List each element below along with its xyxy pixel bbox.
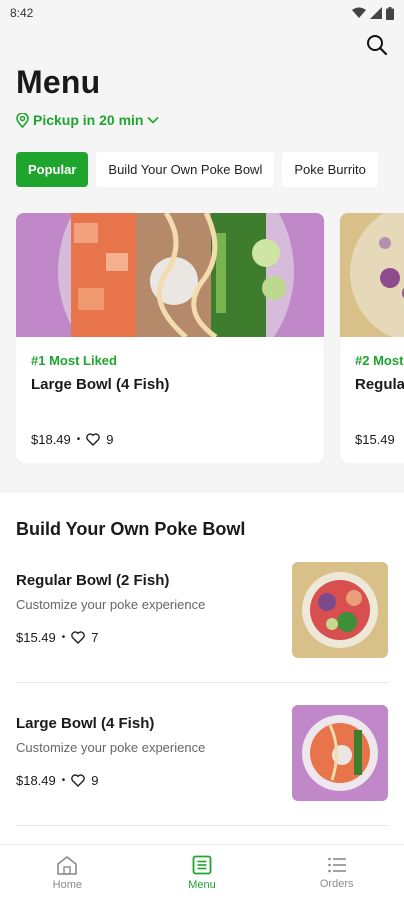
separator-dot: •	[76, 434, 81, 445]
tab-poke-burrito[interactable]: Poke Burrito	[282, 152, 378, 187]
page-title: Menu	[16, 64, 101, 100]
menu-icon	[192, 855, 212, 874]
bowl-image	[16, 213, 324, 337]
item-likes: 9	[91, 773, 99, 788]
status-icons	[352, 6, 394, 20]
popular-carousel: #1 Most Liked Large Bowl (4 Fish) $18.49…	[16, 213, 404, 463]
build-your-own-section: Build Your Own Poke Bowl Regular Bowl (2…	[0, 493, 404, 826]
item-title: Regular Bowl (2 Fish)	[16, 572, 170, 589]
list-item[interactable]: Regular Bowl (2 Fish) Customize your pok…	[16, 540, 388, 683]
heart-icon	[86, 433, 101, 446]
nav-orders[interactable]: Orders	[269, 845, 404, 900]
heart-icon	[71, 774, 86, 787]
search-icon	[367, 35, 388, 56]
top-area: Menu Pickup in 20 min Popular Build Your…	[0, 26, 404, 493]
search-button[interactable]	[364, 32, 390, 58]
battery-icon	[386, 6, 394, 20]
card-meta: $15.49	[355, 432, 395, 447]
pickup-label: Pickup in 20 min	[33, 112, 144, 128]
item-meta: $18.49 • 9	[16, 773, 205, 788]
nav-home[interactable]: Home	[0, 845, 135, 900]
orders-icon	[327, 857, 346, 872]
pickup-selector[interactable]: Pickup in 20 min	[16, 112, 388, 128]
card-likes: 9	[106, 432, 114, 447]
item-price: $15.49	[16, 630, 56, 645]
wifi-icon	[352, 7, 366, 18]
item-description: Customize your poke experience	[16, 597, 206, 612]
item-meta: $15.49 • 7	[16, 630, 205, 645]
nav-menu-label: Menu	[188, 878, 216, 891]
item-description: Customize your poke experience	[16, 740, 206, 755]
separator-dot: •	[61, 775, 66, 786]
signal-icon	[370, 7, 382, 19]
section-title: Build Your Own Poke Bowl	[16, 519, 246, 539]
card-title: Large Bowl (4 Fish)	[31, 376, 170, 393]
card-rank-tag: #1 Most Liked	[31, 353, 117, 368]
nav-home-label: Home	[52, 878, 82, 891]
item-likes: 7	[91, 630, 99, 645]
nav-orders-label: Orders	[319, 877, 354, 890]
card-meta: $18.49 • 9	[31, 432, 114, 447]
bowl-image	[340, 213, 404, 337]
item-thumbnail	[292, 705, 388, 801]
status-time: 8:42	[10, 6, 34, 20]
card-price: $18.49	[31, 432, 71, 447]
popular-card[interactable]: #1 Most Liked Large Bowl (4 Fish) $18.49…	[16, 213, 324, 463]
heart-icon	[71, 631, 86, 644]
item-title: Large Bowl (4 Fish)	[16, 715, 155, 732]
popular-card[interactable]: #2 Most Regula $15.49	[340, 213, 404, 463]
tab-build-your-own[interactable]: Build Your Own Poke Bowl	[96, 152, 275, 187]
bottom-navigation: Home Menu Orders	[0, 844, 404, 900]
location-pin-icon	[16, 112, 29, 128]
tab-popular[interactable]: Popular	[16, 152, 89, 187]
chevron-down-icon	[147, 116, 160, 124]
list-item[interactable]: Large Bowl (4 Fish) Customize your poke …	[16, 683, 388, 826]
card-price: $15.49	[355, 432, 395, 447]
item-thumbnail	[292, 562, 388, 658]
card-rank-tag: #2 Most	[355, 353, 404, 368]
home-icon	[57, 855, 78, 875]
card-title: Regula	[355, 376, 404, 393]
item-price: $18.49	[16, 773, 56, 788]
nav-menu[interactable]: Menu	[135, 845, 270, 900]
category-tabs: Popular Build Your Own Poke Bowl Poke Bu…	[16, 152, 404, 187]
status-bar: 8:42	[0, 0, 404, 26]
separator-dot: •	[61, 632, 66, 643]
